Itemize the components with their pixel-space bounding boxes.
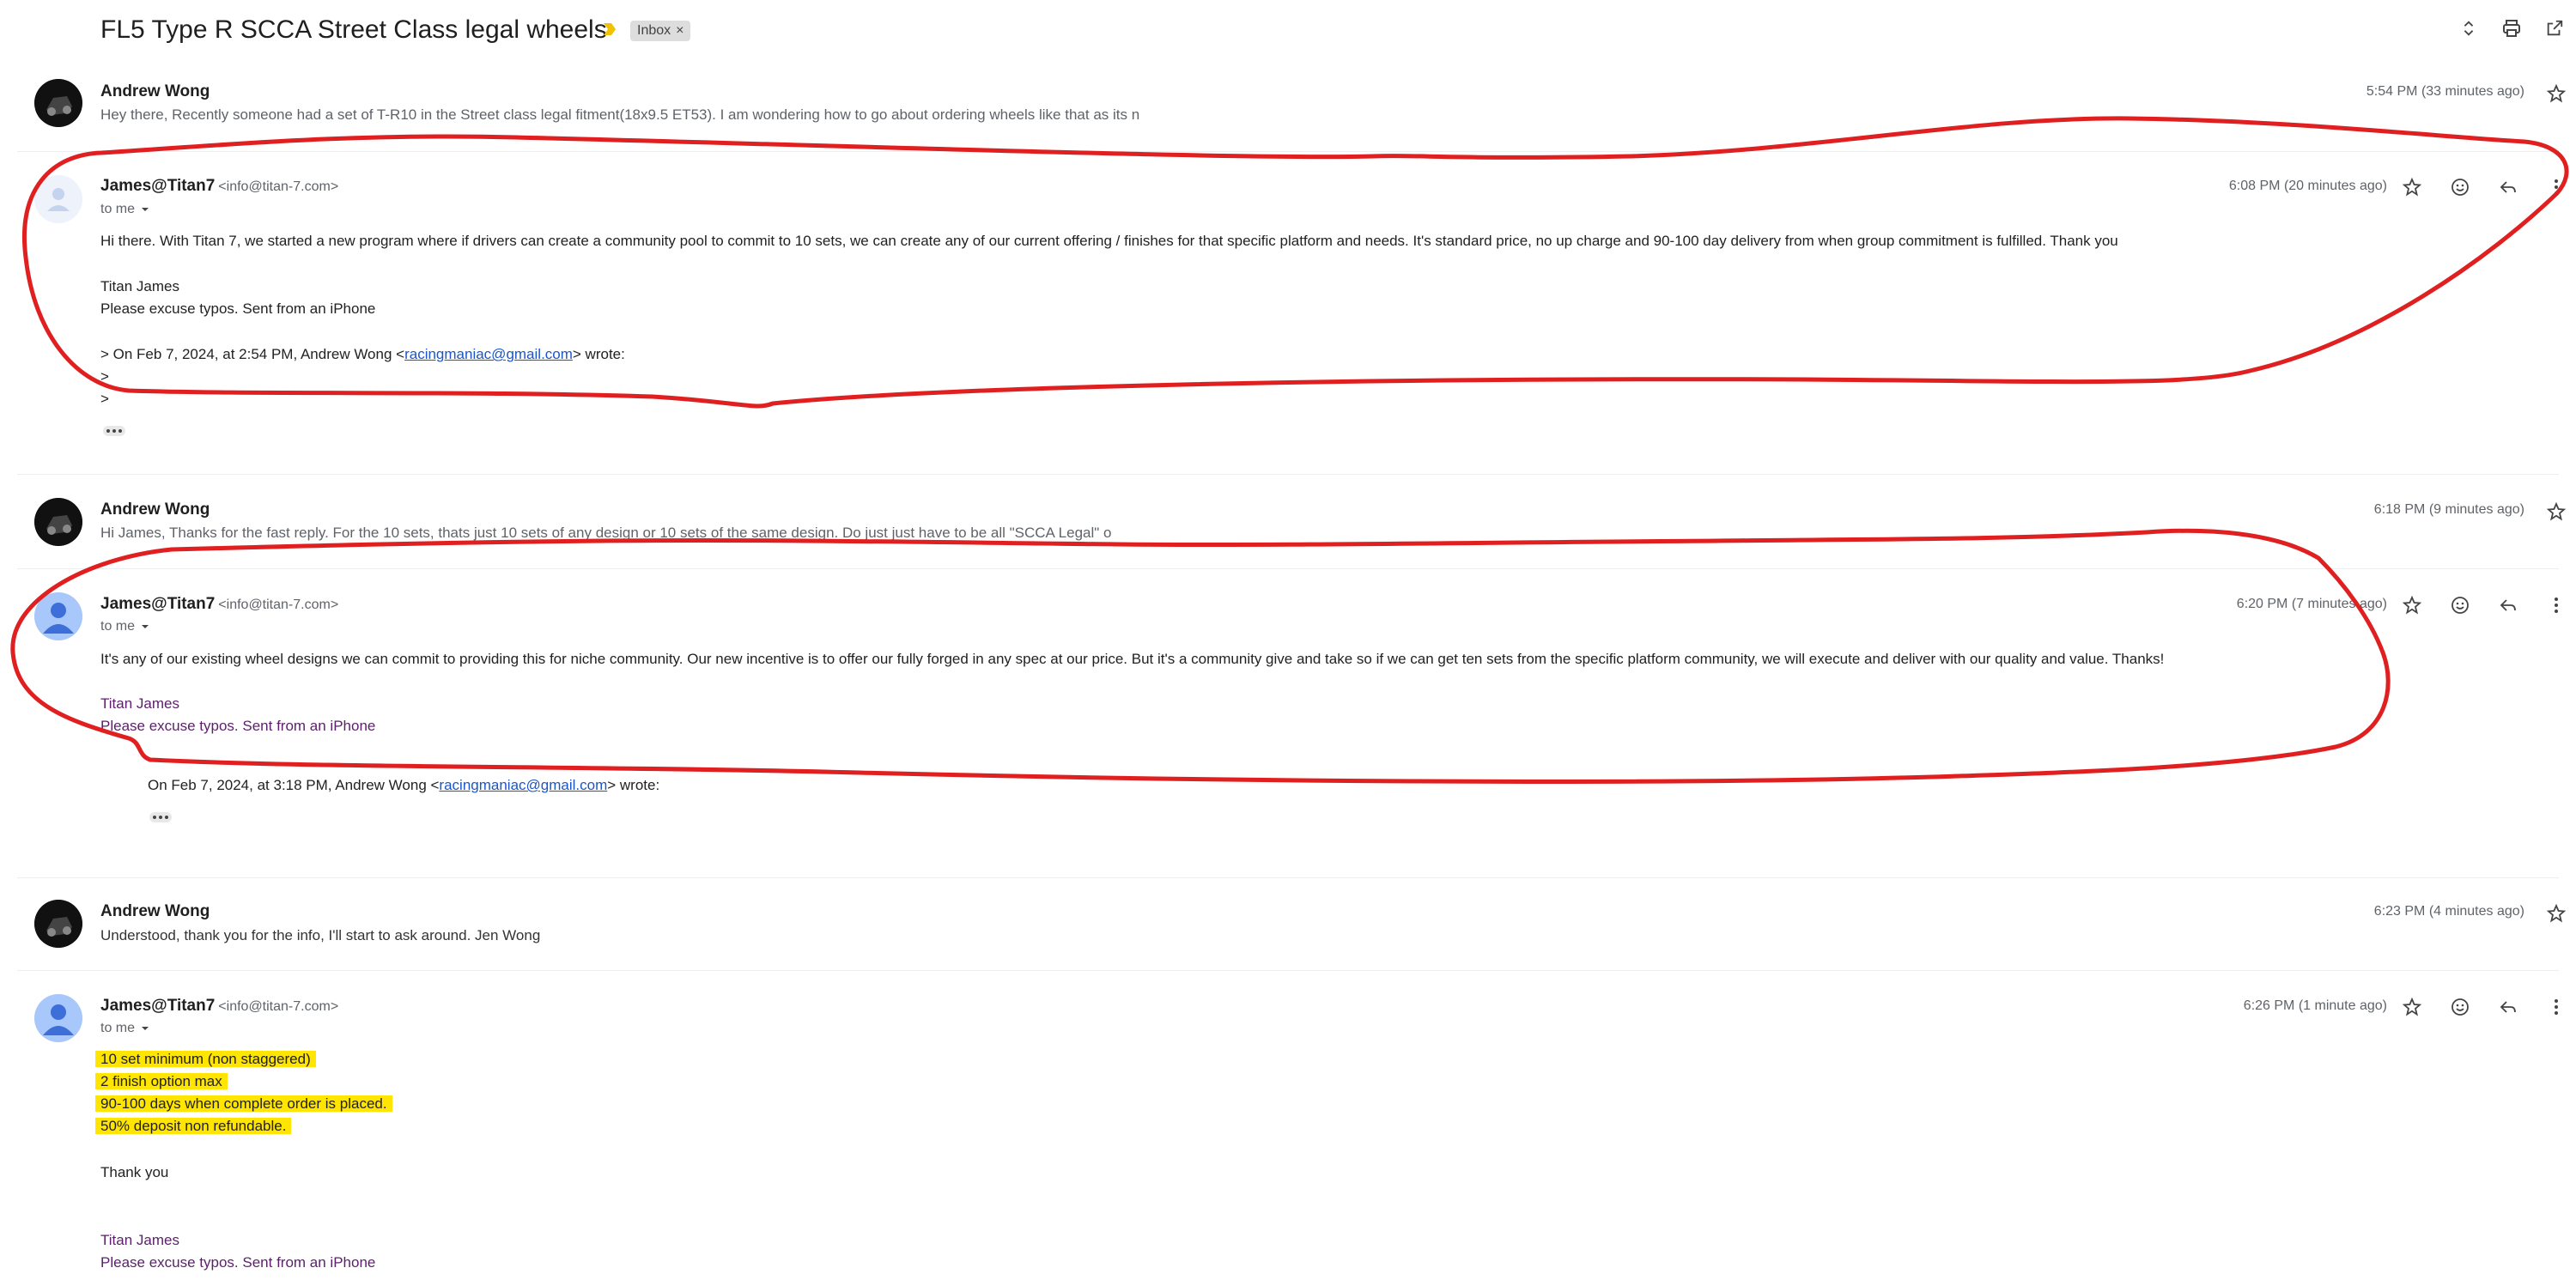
reply-icon[interactable] (2495, 174, 2521, 200)
sender-name: James@Titan7 (100, 997, 216, 1015)
divider (17, 474, 2559, 475)
message-snippet[interactable]: Hey there, Recently someone had a set of… (100, 106, 1139, 124)
highlighted-line: 90-100 days when complete order is place… (95, 1095, 392, 1112)
star-icon[interactable] (2399, 174, 2425, 200)
reply-icon[interactable] (2495, 592, 2521, 618)
avatar (34, 498, 82, 546)
inbox-label-text: Inbox (637, 23, 671, 38)
emoji-icon[interactable] (2447, 174, 2473, 200)
signature-note: Please excuse typos. Sent from an iPhone (100, 300, 376, 317)
avatar (34, 175, 82, 223)
signature-note: Please excuse typos. Sent from an iPhone (100, 718, 376, 734)
unfold-icon[interactable] (2456, 15, 2482, 41)
message-snippet[interactable]: Understood, thank you for the info, I'll… (100, 927, 540, 944)
divider (17, 568, 2559, 569)
sender-name: Andrew Wong (100, 500, 210, 519)
emoji-icon[interactable] (2447, 592, 2473, 618)
divider (17, 970, 2559, 971)
message-time: 6:18 PM (9 minutes ago) (2373, 502, 2524, 517)
sender-email: <info@titan-7.com> (218, 598, 339, 612)
sender-line: James@Titan7 <info@titan-7.com> (100, 177, 338, 196)
message-time: 6:08 PM (20 minutes ago) (2228, 179, 2387, 193)
quote-suffix: > wrote: (607, 777, 660, 793)
quote-email-link[interactable]: racingmaniac@gmail.com (404, 346, 573, 362)
quote-suffix: > wrote: (572, 346, 625, 362)
show-trimmed-button[interactable] (103, 426, 125, 436)
sender-email: <info@titan-7.com> (218, 999, 339, 1014)
signature-name: Titan James (100, 1232, 179, 1248)
quote-header: On Feb 7, 2024, at 3:18 PM, Andrew Wong … (148, 774, 659, 797)
avatar (34, 592, 82, 640)
emoji-icon[interactable] (2447, 994, 2473, 1020)
quote-email-link[interactable]: racingmaniac@gmail.com (439, 777, 607, 793)
message-time: 6:26 PM (1 minute ago) (2243, 998, 2387, 1013)
avatar (34, 900, 82, 948)
star-icon[interactable] (2543, 81, 2569, 106)
sender-name: James@Titan7 (100, 595, 216, 613)
recipient-label: to me (100, 619, 136, 634)
thread-toolbar (2456, 15, 2567, 41)
divider (17, 151, 2559, 152)
recipient-toggle[interactable]: to me (100, 202, 150, 217)
more-vert-icon[interactable] (2543, 174, 2569, 200)
divider (17, 877, 2559, 878)
sender-line: James@Titan7 <info@titan-7.com> (100, 997, 338, 1016)
message-body: It's any of our existing wheel designs w… (100, 651, 2165, 667)
message-actions (2399, 994, 2569, 1020)
message-body: 10 set minimum (non staggered) 2 finish … (95, 1048, 392, 1137)
chevron-down-icon (142, 1027, 149, 1030)
thread-subject: FL5 Type R SCCA Street Class legal wheel… (100, 15, 607, 44)
closing-text: Thank you (100, 1164, 169, 1180)
message-time: 6:20 PM (7 minutes ago) (2236, 597, 2387, 611)
star-icon[interactable] (2543, 901, 2569, 926)
signature-name: Titan James (100, 278, 179, 294)
quote-prefix: On Feb 7, 2024, at 3:18 PM, Andrew Wong … (148, 777, 440, 793)
quote-header: > On Feb 7, 2024, at 2:54 PM, Andrew Won… (100, 343, 625, 366)
message-actions (2399, 592, 2569, 618)
highlighted-line: 50% deposit non refundable. (95, 1118, 292, 1134)
signature-name: Titan James (100, 695, 179, 712)
avatar (34, 79, 82, 127)
avatar (34, 994, 82, 1042)
remove-label-icon[interactable]: × (676, 21, 683, 41)
message-body: Hi there. With Titan 7, we started a new… (100, 233, 2118, 249)
recipient-label: to me (100, 1021, 136, 1035)
more-vert-icon[interactable] (2543, 994, 2569, 1020)
quote-prefix: > On Feb 7, 2024, at 2:54 PM, Andrew Won… (100, 346, 405, 362)
sender-email: <info@titan-7.com> (218, 179, 339, 194)
sender-name: James@Titan7 (100, 177, 216, 195)
message-actions (2399, 174, 2569, 200)
star-icon[interactable] (2399, 592, 2425, 618)
highlighted-line: 10 set minimum (non staggered) (95, 1051, 316, 1067)
sender-line: James@Titan7 <info@titan-7.com> (100, 595, 338, 614)
message-snippet[interactable]: Hi James, Thanks for the fast reply. For… (100, 525, 1112, 542)
recipient-toggle[interactable]: to me (100, 619, 150, 634)
quote-line: > (100, 368, 109, 385)
signature-note: Please excuse typos. Sent from an iPhone (100, 1254, 376, 1271)
important-marker-icon[interactable] (601, 21, 618, 38)
reply-icon[interactable] (2495, 994, 2521, 1020)
message-time: 6:23 PM (4 minutes ago) (2373, 904, 2524, 919)
more-vert-icon[interactable] (2543, 592, 2569, 618)
chevron-down-icon (142, 625, 149, 628)
star-icon[interactable] (2399, 994, 2425, 1020)
star-icon[interactable] (2543, 499, 2569, 525)
chevron-down-icon (142, 208, 149, 211)
show-trimmed-button[interactable] (149, 812, 172, 822)
inbox-label-chip[interactable]: Inbox × (630, 21, 691, 41)
quote-line: > (100, 391, 109, 407)
sender-name: Andrew Wong (100, 82, 210, 100)
sender-name: Andrew Wong (100, 902, 210, 920)
highlighted-line: 2 finish option max (95, 1073, 228, 1089)
message-time: 5:54 PM (33 minutes ago) (2366, 84, 2524, 99)
open-in-new-icon[interactable] (2542, 15, 2567, 41)
recipient-label: to me (100, 202, 136, 216)
print-icon[interactable] (2499, 15, 2524, 41)
recipient-toggle[interactable]: to me (100, 1021, 150, 1036)
